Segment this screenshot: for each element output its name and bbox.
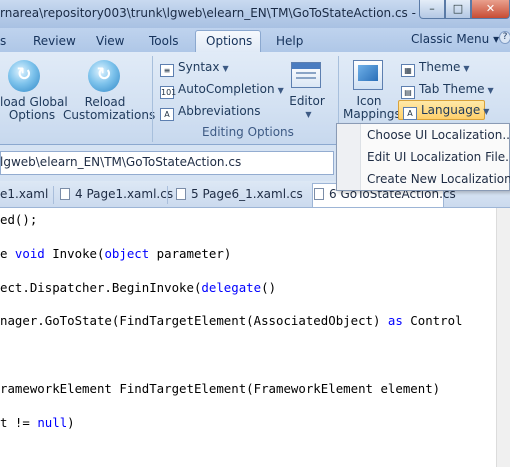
code-text: nager.GoToState(FindTargetElement(Associ… xyxy=(0,313,388,329)
reload-global-icon: ↻ xyxy=(8,60,40,92)
code-text: () xyxy=(261,279,277,295)
syntax-icon: ≡ xyxy=(160,64,174,77)
code-line: ect.Dispatcher.BeginInvoke(delegate() xyxy=(0,280,276,295)
autocompletion-label: AutoCompletion xyxy=(178,82,275,96)
tab-theme-label: Tab Theme xyxy=(419,82,485,96)
tab-theme-icon: ▤ xyxy=(401,86,415,99)
autocompletion-icon: 101 xyxy=(160,86,177,99)
reload-custom-label-2: Customizations xyxy=(63,108,156,122)
tab-view[interactable]: View xyxy=(96,34,124,48)
code-line: e void Invoke(object parameter) xyxy=(0,246,231,261)
icon-mappings-label-2: Mappings xyxy=(343,107,401,121)
doc-tab-label: 5 Page6_1.xaml.cs xyxy=(191,187,303,201)
code-text: ect.Dispatcher.BeginInvoke( xyxy=(0,279,202,295)
abbreviations-button[interactable]: A Abbreviations xyxy=(160,102,261,121)
tab-partial[interactable]: s xyxy=(0,34,6,48)
file-icon xyxy=(60,188,70,200)
help-icon[interactable]: ? xyxy=(499,31,510,44)
menu-item-create-new-localization[interactable]: Create New Localization... xyxy=(367,172,510,186)
icon-mappings-button[interactable]: Icon Mappings xyxy=(343,95,401,121)
language-label: Language xyxy=(421,103,481,117)
code-text: rameworkElement FindTargetElement(Framew… xyxy=(0,381,441,396)
vertical-scrollbar[interactable] xyxy=(496,208,510,467)
doc-tab-page1-xaml[interactable]: e1.xaml xyxy=(0,187,48,201)
abbreviations-label: Abbreviations xyxy=(178,104,261,118)
classic-menu-button[interactable]: Classic Menu ▾ xyxy=(411,32,499,46)
icon-mappings-icon xyxy=(353,60,383,90)
code-line: rameworkElement FindTargetElement(Framew… xyxy=(0,381,440,396)
file-icon xyxy=(314,188,324,200)
code-line: t != null) xyxy=(0,415,75,430)
group-separator xyxy=(152,56,153,142)
close-button[interactable]: ✕ xyxy=(471,0,510,19)
file-path-text: lgweb\elearn_EN\TM\GoToStateAction.cs xyxy=(0,155,242,169)
code-keyword: void xyxy=(14,245,45,261)
doc-tab-label: 4 Page1.xaml.cs xyxy=(75,187,174,201)
file-icon xyxy=(176,188,186,200)
theme-label: Theme xyxy=(419,60,461,74)
menu-item-edit-ui-localization-file[interactable]: Edit UI Localization File... xyxy=(367,150,510,164)
tab-separator xyxy=(167,186,168,204)
code-text: ) xyxy=(67,414,75,430)
tab-tools[interactable]: Tools xyxy=(149,34,179,48)
code-text: parameter) xyxy=(149,245,232,261)
code-keyword: null xyxy=(37,414,68,430)
syntax-label: Syntax xyxy=(178,60,220,74)
theme-icon: ▦ xyxy=(401,64,415,77)
reload-global-options-button[interactable]: load Global Options xyxy=(0,96,68,122)
code-keyword: as xyxy=(387,313,403,329)
editor-dropdown-icon: ▼ xyxy=(305,110,312,119)
doc-tab-page1-xaml-cs[interactable]: 4 Page1.xaml.cs xyxy=(60,187,173,201)
doc-tab-page6-xaml-cs[interactable]: 5 Page6_1.xaml.cs xyxy=(176,187,303,201)
language-button-content[interactable]: A Language ▼ xyxy=(403,101,489,120)
code-text: Invoke( xyxy=(44,245,105,261)
code-text: e xyxy=(0,245,15,261)
editor-button[interactable]: Editor ▼ xyxy=(284,95,330,121)
reload-customizations-icon: ↻ xyxy=(88,60,120,92)
tab-options[interactable]: Options xyxy=(206,34,252,48)
language-icon: A xyxy=(403,107,417,120)
code-line: ed(); xyxy=(0,212,37,227)
tab-help[interactable]: Help xyxy=(276,34,303,48)
reload-customizations-button[interactable]: Reload Customizations xyxy=(63,96,156,122)
minimize-button[interactable]: – xyxy=(419,0,445,19)
theme-button[interactable]: ▦ Theme ▼ xyxy=(401,58,470,77)
code-text: ed(); xyxy=(0,212,38,227)
abbreviations-icon: A xyxy=(160,108,174,121)
editor-label: Editor xyxy=(289,94,325,108)
code-text: t != xyxy=(0,414,38,430)
code-keyword: object xyxy=(104,245,150,261)
code-text: Control xyxy=(402,313,463,329)
tab-theme-button[interactable]: ▤ Tab Theme ▼ xyxy=(401,80,494,99)
window-title: rnarea\repository003\trunk\lgweb\elearn_… xyxy=(0,6,443,20)
reload-global-label-2: Options xyxy=(8,108,56,122)
menu-item-choose-ui-localization[interactable]: Choose UI Localization... xyxy=(367,128,510,142)
editor-icon xyxy=(291,62,321,88)
tab-review[interactable]: Review xyxy=(33,34,76,48)
menu-icon-gutter xyxy=(337,124,361,190)
maximize-button[interactable]: □ xyxy=(445,0,471,19)
code-keyword: delegate xyxy=(201,279,262,295)
tab-separator xyxy=(53,186,54,204)
editing-options-group-label: Editing Options xyxy=(202,125,294,139)
autocompletion-button[interactable]: 101 AutoCompletion ▼ xyxy=(160,80,284,99)
code-line: nager.GoToState(FindTargetElement(Associ… xyxy=(0,313,463,328)
syntax-button[interactable]: ≡ Syntax ▼ xyxy=(160,58,229,77)
